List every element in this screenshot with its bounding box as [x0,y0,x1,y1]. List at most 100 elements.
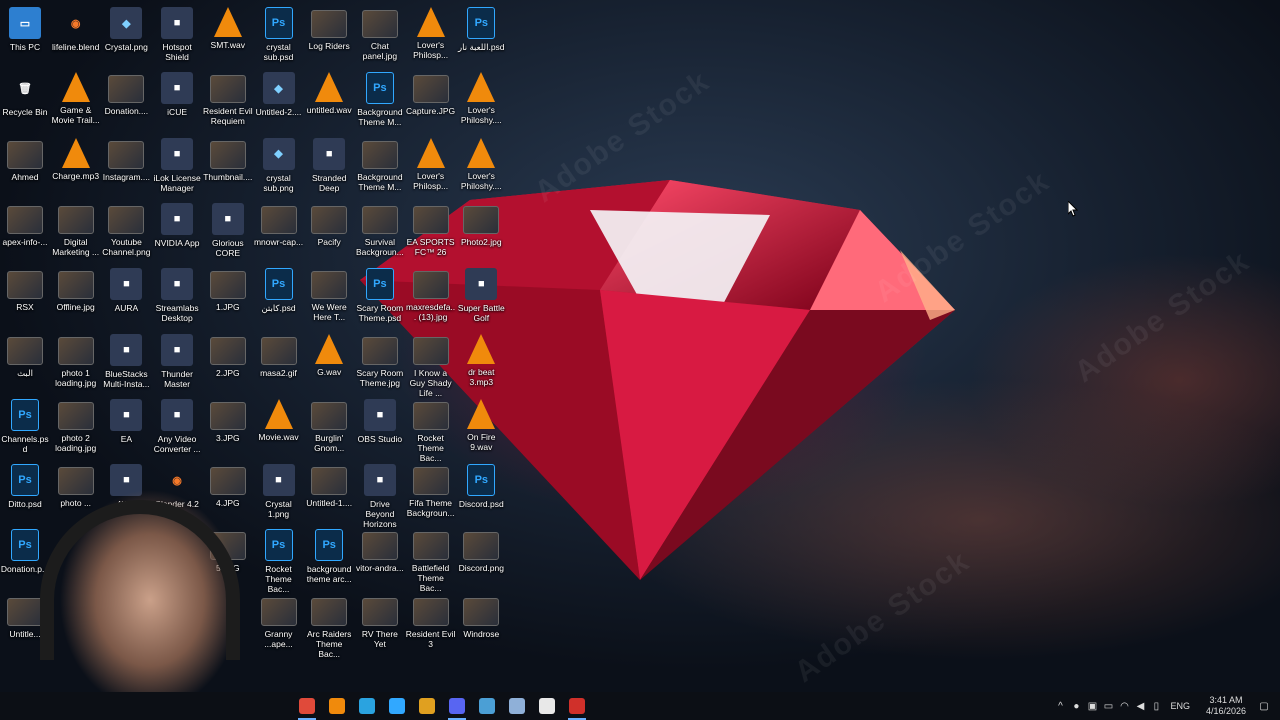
desktop-icon[interactable]: RSX [0,265,50,329]
desktop-icon[interactable]: mnowr-cap... [254,200,304,264]
desktop-icon[interactable]: photo 2 loading.jpg [51,396,101,460]
desktop-icon[interactable]: 🗑 Recycle Bin [0,69,50,133]
desktop-icon[interactable]: EA SPORTS FC™ 26 [406,200,456,264]
desktop-icon[interactable]: Instagram.... [101,135,151,199]
desktop-icon[interactable]: Untitled-1.... [304,461,354,525]
desktop-icon[interactable]: Arc Raiders Theme Bac... [304,592,354,659]
obs-taskbar-icon[interactable] [562,692,592,720]
desktop-icon[interactable]: ■ Streamlabs Desktop [152,265,202,329]
desktop-icon[interactable]: Survival Backgroun... [355,200,405,264]
desktop-icon[interactable]: Ps crystal sub.psd [254,4,304,68]
desktop-icon[interactable]: SMT.wav [203,4,253,68]
desktop-icon[interactable]: Lover's Philosp... [406,4,456,68]
desktop-icon[interactable]: ■ Glorious CORE [203,200,253,264]
desktop-icon[interactable]: ■ iLok License Manager [152,135,202,199]
desktop-icon[interactable]: photo 1 loading.jpg [51,331,101,395]
desktop-icon[interactable]: Resident Evil Requiem [203,69,253,133]
desktop-icon[interactable]: البث [0,331,50,395]
desktop-icon[interactable]: ■ Thunder Master [152,331,202,395]
desktop-icon[interactable]: ■ EA [101,396,151,460]
desktop-icon[interactable]: masa2.gif [254,331,304,395]
desktop-icon[interactable]: ■ Hotspot Shield [152,4,202,68]
desktop-icon[interactable]: ◆ Untitled-2.... [254,69,304,133]
telegram-taskbar-icon[interactable] [352,692,382,720]
notification-icon[interactable]: ▢ [1256,692,1272,720]
desktop-icon[interactable]: 1.JPG [203,265,253,329]
desktop-icon[interactable]: ■ Any Video Converter ... [152,396,202,460]
desktop-icon[interactable]: Ahmed [0,135,50,199]
desktop-icon[interactable]: ■ Stranded Deep [304,135,354,199]
desktop-icon[interactable]: ■ OBS Studio [355,396,405,460]
desktop-icon[interactable]: Resident Evil 3 [406,592,456,656]
language-indicator[interactable]: ENG [1170,701,1190,711]
desktop-icon[interactable]: dr beat 3.mp3 [456,331,506,395]
desktop-icon[interactable]: Ps background theme arc... [304,526,354,590]
taskbar-clock[interactable]: 3:41 AM 4/16/2026 [1206,695,1246,717]
desktop-icon[interactable]: I Know a Guy Shady Life ... [406,331,456,398]
tray-app-icon[interactable]: ▣ [1084,692,1100,720]
desktop-icon[interactable]: Pacify [304,200,354,264]
desktop-icon[interactable]: ◉ lifeline.blend [51,4,101,68]
desktop-icon[interactable]: Thumbnail.... [203,135,253,199]
desktop-icon[interactable]: ■ BlueStacks Multi-Insta... [101,331,151,395]
microphone-icon[interactable]: ● [1068,692,1084,720]
desktop-icon[interactable]: Log Riders [304,4,354,68]
desktop-icon[interactable]: Ps Scary Room Theme.psd [355,265,405,329]
desktop-icon[interactable]: ◆ Crystal.png [101,4,151,68]
desktop-icon[interactable]: Photo2.jpg [456,200,506,264]
desktop-icon[interactable]: Game & Movie Trail... [51,69,101,133]
desktop-icon[interactable]: On Fire 9.wav [456,396,506,460]
desktop-icon[interactable]: maxresdefa... (13).jpg [406,265,456,329]
discord-taskbar-icon[interactable] [442,692,472,720]
desktop-icon[interactable]: ◆ crystal sub.png [254,135,304,199]
desktop-icon[interactable]: Ps Background Theme M... [355,69,405,133]
desktop-icon[interactable]: Burglin' Gnom... [304,396,354,460]
desktop-icon[interactable]: Discord.png [456,526,506,590]
app-taskbar-icon[interactable] [412,692,442,720]
desktop-icon[interactable]: Youtube Channel.png [101,200,151,264]
desktop-icon[interactable]: untitled.wav [304,69,354,133]
desktop-icon[interactable]: Lover's Philoshy.... [456,135,506,199]
desktop-icon[interactable]: ■ Drive Beyond Horizons [355,461,405,529]
desktop-icon[interactable]: vitor-andra... [355,526,405,590]
desktop-icon[interactable]: Offline.jpg [51,265,101,329]
battery-icon[interactable]: ▯ [1148,692,1164,720]
desktop-icon[interactable]: RV There Yet [355,592,405,656]
desktop-icon[interactable]: Rocket Theme Bac... [406,396,456,463]
steam-taskbar-icon[interactable] [472,692,502,720]
desktop-icon[interactable]: Movie.wav [254,396,304,460]
desktop-icon[interactable]: ■ AURA [101,265,151,329]
desktop-icon[interactable]: Ps اللعبة نار.psd [456,4,506,68]
desktop-icon[interactable]: Capture.JPG [406,69,456,133]
desktop-icon[interactable]: ▭ This PC [0,4,50,68]
desktop-icon[interactable]: Charge.mp3 [51,135,101,199]
desktop-icon[interactable]: ■ Super Battle Golf [456,265,506,329]
desktop-icon[interactable]: Scary Room Theme.jpg [355,331,405,395]
desktop-icon[interactable]: Ps كابتن.psd [254,265,304,329]
capcut-taskbar-icon[interactable] [532,692,562,720]
desktop-icon[interactable]: Battlefield Theme Bac... [406,526,456,593]
desktop-icon[interactable]: G.wav [304,331,354,395]
wifi-icon[interactable]: ◠ [1116,692,1132,720]
desktop-icon[interactable]: Lover's Philoshy.... [456,69,506,133]
desktop-icon[interactable]: Fifa Theme Backgroun... [406,461,456,525]
desktop-icon[interactable]: ■ iCUE [152,69,202,133]
desktop-icon[interactable]: Windrose [456,592,506,656]
desktop-icon[interactable]: Ps Channels.psd [0,396,50,460]
chrome-taskbar-icon[interactable] [292,692,322,720]
desktop-icon[interactable]: Donation.... [101,69,151,133]
desktop-icon[interactable]: apex-info-... [0,200,50,264]
desktop-icon[interactable]: Digital Marketing ... [51,200,101,264]
desktop-icon[interactable]: We Were Here T... [304,265,354,329]
app-taskbar-icon-2[interactable] [502,692,532,720]
network-icon[interactable]: ▭ [1100,692,1116,720]
desktop-icon[interactable]: Ps Discord.psd [456,461,506,525]
desktop-icon[interactable]: 3.JPG [203,396,253,460]
desktop-icon[interactable]: Lover's Philosp... [406,135,456,199]
chevron-up-icon[interactable]: ^ [1052,692,1068,720]
volume-icon[interactable]: ◀ [1132,692,1148,720]
vlc-taskbar-icon[interactable] [322,692,352,720]
photoshop-taskbar-icon[interactable] [382,692,412,720]
desktop-icon[interactable]: Chat panel.jpg [355,4,405,68]
desktop-icon[interactable]: Background Theme M... [355,135,405,199]
